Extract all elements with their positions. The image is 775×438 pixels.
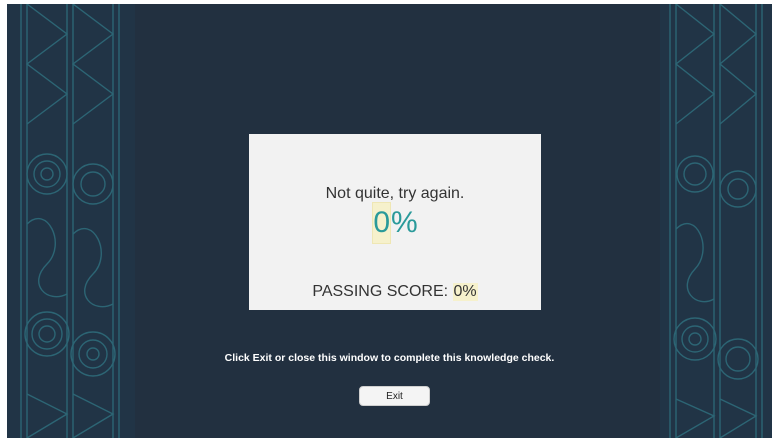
- completion-instruction: Click Exit or close this window to compl…: [224, 352, 555, 364]
- maori-kowhaiwhai-pattern-icon: [669, 4, 763, 438]
- maori-kowhaiwhai-pattern-icon: [20, 4, 120, 438]
- score-number: 0: [372, 202, 391, 244]
- score-unit: %: [391, 206, 418, 239]
- result-message: Not quite, try again.: [325, 185, 465, 202]
- result-card: Not quite, try again. 0% PASSING SCORE: …: [249, 134, 541, 310]
- score-display: 0%: [249, 202, 541, 244]
- window-frame: Not quite, try again. 0% PASSING SCORE: …: [0, 0, 775, 438]
- knowledge-check-stage: Not quite, try again. 0% PASSING SCORE: …: [7, 4, 772, 438]
- left-pattern-border: [7, 4, 135, 438]
- passing-score-label: PASSING SCORE:: [312, 283, 453, 300]
- passing-score-value: 0%: [452, 283, 478, 301]
- passing-score-row: PASSING SCORE: 0%: [249, 283, 541, 301]
- score-value: 0%: [372, 202, 418, 244]
- exit-button[interactable]: Exit: [359, 386, 430, 406]
- right-pattern-border: [660, 4, 772, 438]
